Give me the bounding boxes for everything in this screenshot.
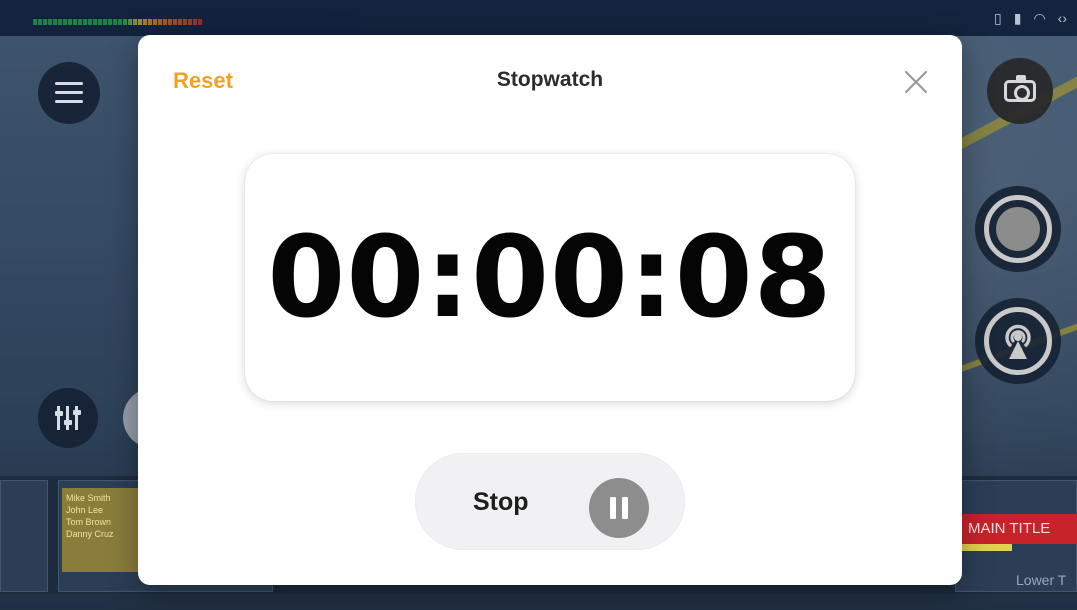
hamburger-icon [55,82,83,104]
network-icon: ‹› [1057,10,1067,26]
broadcast-icon [984,307,1052,375]
menu-button[interactable] [38,62,100,124]
audio-mixer-button[interactable] [38,388,98,448]
close-button[interactable] [900,66,932,98]
lineup-overlay: Mike Smith John Lee Tom Brown Danny Cruz [62,488,142,572]
sliders-icon [54,406,81,430]
stream-button[interactable] [975,298,1061,384]
dialog-title: Stopwatch [496,68,604,91]
lineup-item: Danny Cruz [66,529,114,539]
snapshot-button[interactable] [987,58,1053,124]
scene-thumbnail[interactable] [0,480,48,592]
status-bar: ▯ ▮ ◠ ‹› [0,0,1077,36]
stopwatch-dialog: Reset Stopwatch 00:00:08 Stop [138,35,962,585]
stop-button[interactable]: Stop [415,453,685,550]
wifi-icon: ◠ [1033,10,1046,26]
status-icons: ▯ ▮ ◠ ‹› [994,10,1067,26]
pause-icon [589,478,649,538]
camera-icon [1004,75,1036,102]
main-title-overlay: MAIN TITLE [962,514,1077,544]
stop-label: Stop [473,488,529,516]
lineup-item: Tom Brown [66,517,112,527]
lineup-item: John Lee [66,505,104,515]
audio-meter-segments [33,19,203,25]
record-icon [984,195,1052,263]
close-icon [904,70,928,94]
battery-icon: ▮ [1013,10,1022,26]
sd-card-icon: ▯ [994,10,1002,26]
record-button[interactable] [975,186,1061,272]
elapsed-time: 00:00:08 [267,212,833,343]
lineup-item: Mike Smith [66,493,111,503]
subtitle-bar [962,544,1012,551]
time-display-card: 00:00:08 [245,154,855,401]
scene-label: Lower T [1016,572,1067,588]
